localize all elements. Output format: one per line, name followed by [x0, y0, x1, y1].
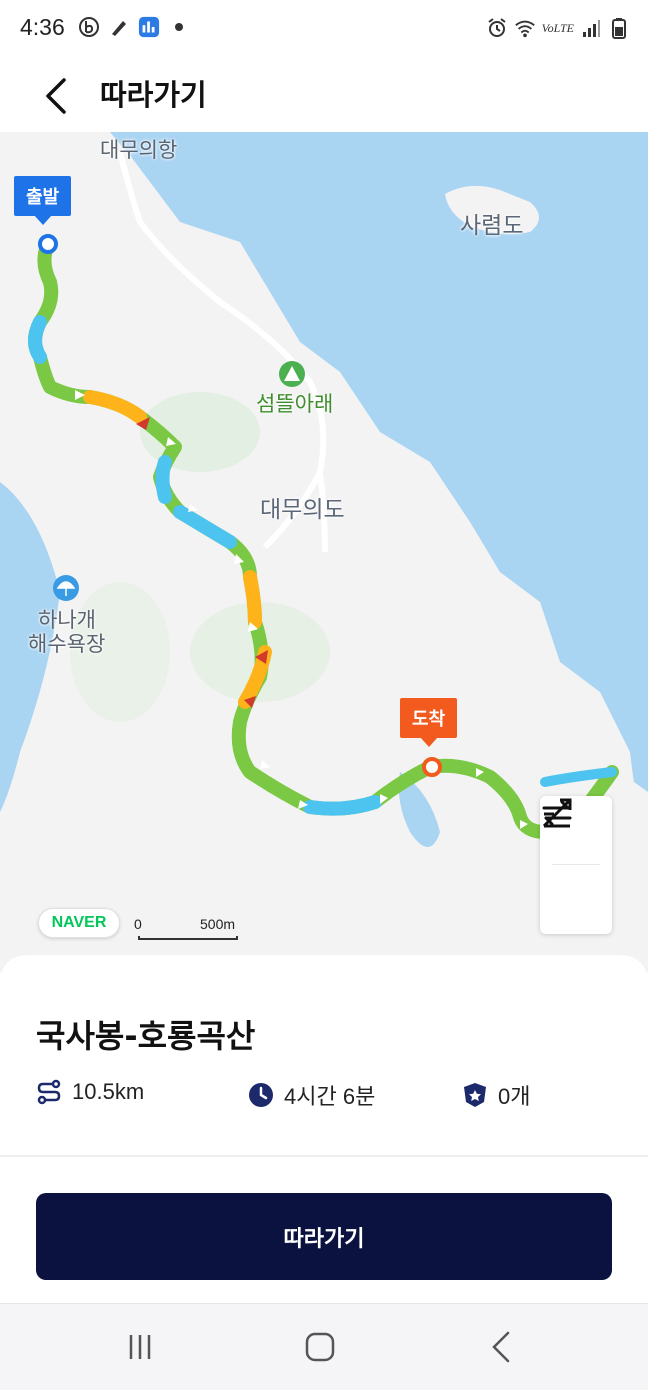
recent-apps-button[interactable] [110, 1324, 170, 1370]
route-segment [303, 795, 382, 816]
route-distance-icon [36, 1079, 62, 1105]
follow-button[interactable]: 따라가기 [36, 1193, 612, 1280]
volte-icon: VoLTE [541, 20, 574, 35]
map-scale: 0 500m [134, 914, 244, 942]
course-name: 국사봉-호룡곡산 [36, 1017, 256, 1055]
sheet-divider [0, 1155, 648, 1157]
scale-zero-label: 0 [134, 916, 142, 932]
route-map[interactable]: 대무의항 사렴도 섬뜰아래 대무의도 하나개 해수욕장 출발 도착 NAVER … [0, 132, 648, 972]
recent-apps-icon [129, 1335, 151, 1359]
map-label-island-main: 대무의도 [260, 496, 345, 522]
scale-distance-label: 500m [200, 916, 236, 932]
signal-icon [580, 17, 602, 39]
page-title: 따라가기 [100, 78, 207, 112]
status-right-icons: VoLTE [486, 17, 630, 39]
wifi-icon [514, 17, 536, 39]
map-label-beach-line2: 해수욕장 [28, 633, 106, 656]
status-left-icons [78, 16, 190, 38]
status-bar: 4:36 VoLTE [0, 0, 648, 58]
battery-icon [608, 17, 630, 39]
course-info-sheet: 국사봉-호룡곡산 10.5km 4시간 6분 0개 따라가기 [0, 955, 648, 1303]
back-button[interactable] [30, 66, 80, 126]
duration-value: 4시간 6분 [284, 1084, 376, 1109]
map-controls [540, 796, 612, 934]
naver-logo: NAVER [38, 908, 120, 938]
end-marker: 도착 [400, 698, 458, 747]
back-icon [492, 1331, 510, 1363]
start-marker: 출발 [14, 176, 72, 225]
stamp-badge-icon [462, 1082, 488, 1108]
pen-icon [108, 16, 130, 38]
stamps-value: 0개 [498, 1084, 531, 1109]
map-label-island-ne: 사렴도 [460, 212, 524, 238]
swap-direction-icon [542, 800, 572, 826]
stat-distance: 10.5km [36, 1079, 144, 1105]
stat-stamps: 0개 [462, 1079, 530, 1111]
map-label-camp: 섬뜰아래 [256, 393, 334, 416]
status-time: 4:36 [20, 14, 65, 40]
route-segment [243, 570, 262, 629]
b-app-icon [78, 16, 100, 38]
route-segment [28, 315, 47, 364]
stat-duration: 4시간 6분 [248, 1079, 375, 1111]
chevron-left-icon [46, 78, 66, 114]
app-icon [138, 16, 160, 38]
home-button[interactable] [290, 1324, 350, 1370]
swap-direction-button[interactable] [540, 800, 612, 933]
route-segment [155, 455, 172, 504]
back-nav-button[interactable] [472, 1324, 532, 1370]
map-label-port: 대무의항 [100, 139, 178, 162]
course-stats: 10.5km 4시간 6분 0개 [36, 1079, 616, 1113]
alarm-icon [486, 17, 508, 39]
scale-bar [138, 936, 238, 940]
clock-icon [248, 1082, 274, 1108]
distance-value: 10.5km [72, 1079, 145, 1104]
end-point [422, 757, 442, 777]
start-point [38, 234, 58, 254]
system-nav-bar [0, 1303, 648, 1390]
dot-icon [168, 16, 190, 38]
app-bar: 따라가기 [0, 58, 648, 132]
home-icon [305, 1332, 335, 1362]
